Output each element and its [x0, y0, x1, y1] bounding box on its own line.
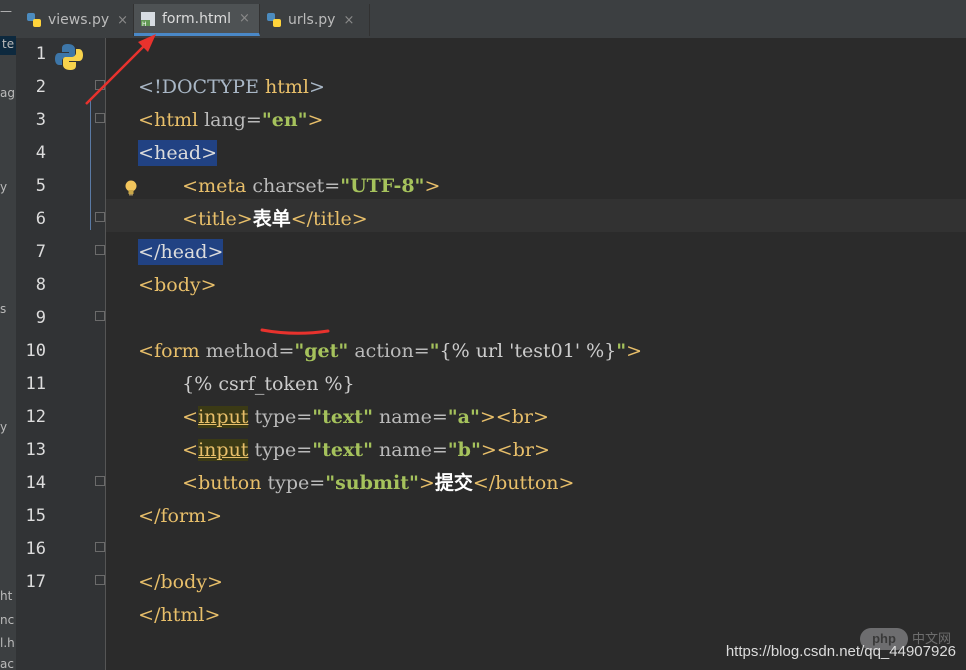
csdn-watermark: https://blog.csdn.net/qq_44907926: [725, 643, 956, 660]
annotation-underline: [260, 328, 330, 335]
annotation-overlay: [85, 34, 330, 335]
annotation-arrow: [85, 34, 156, 105]
